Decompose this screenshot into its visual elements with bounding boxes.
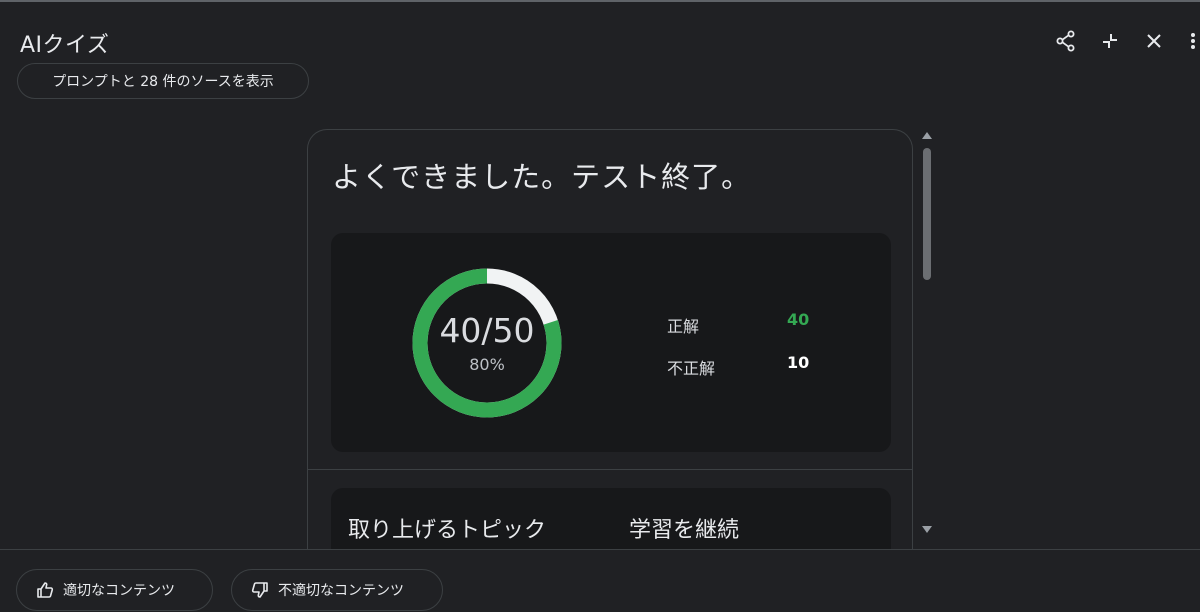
score-text: 40/50 <box>439 311 535 350</box>
scroll-thumb[interactable] <box>923 148 931 280</box>
score-panel: 40/50 80% 正解 40 不正解 10 <box>331 233 891 452</box>
feedback-footer: 適切なコンテンツ 不適切なコンテンツ <box>0 549 1200 612</box>
result-heading: よくできました。テスト終了。 <box>332 160 752 194</box>
correct-label: 正解 <box>667 317 700 336</box>
collapse-icon[interactable] <box>1095 26 1125 56</box>
bad-content-button[interactable]: 不適切なコンテンツ <box>231 569 443 611</box>
card-scrollbar[interactable] <box>919 130 935 540</box>
thumbs-up-icon <box>37 582 54 598</box>
close-icon[interactable] <box>1139 26 1169 56</box>
incorrect-label: 不正解 <box>667 359 716 378</box>
show-sources-button[interactable]: プロンプトと 28 件のソースを表示 <box>17 63 309 99</box>
quiz-result-card: よくできました。テスト終了。 40/50 80% 正解 40 不正解 10 取り… <box>307 129 913 549</box>
continue-learning-heading[interactable]: 学習を継続 <box>629 512 739 544</box>
top-border <box>0 0 1200 2</box>
good-content-button[interactable]: 適切なコンテンツ <box>16 569 213 611</box>
percent-text: 80% <box>469 355 505 374</box>
bad-content-label: 不適切なコンテンツ <box>278 583 404 599</box>
thumbs-down-icon <box>251 582 268 598</box>
correct-value: 40 <box>787 310 810 329</box>
topics-heading[interactable]: 取り上げるトピック <box>348 512 546 544</box>
scroll-up-arrow-icon[interactable] <box>922 132 932 139</box>
next-steps-panel: 取り上げるトピック 学習を継続 <box>331 488 891 549</box>
good-content-label: 適切なコンテンツ <box>63 583 175 599</box>
share-icon[interactable] <box>1051 26 1081 56</box>
incorrect-value: 10 <box>787 353 810 372</box>
scroll-down-arrow-icon[interactable] <box>922 526 932 533</box>
section-divider <box>308 469 912 470</box>
more-vert-icon[interactable] <box>1185 26 1200 56</box>
page-title: AIクイズ <box>20 33 110 58</box>
